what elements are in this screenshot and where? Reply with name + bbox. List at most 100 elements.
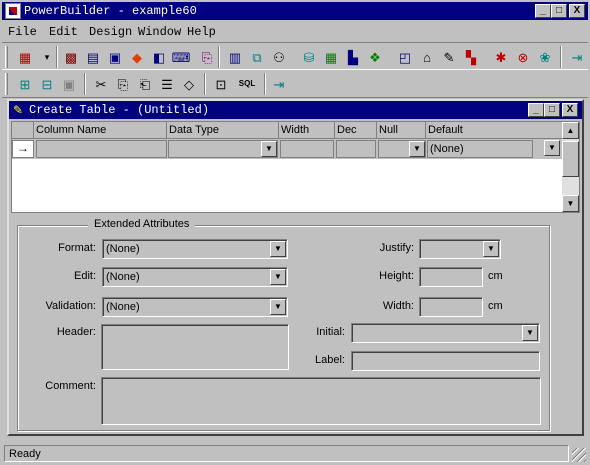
function-icon[interactable]: ⌨ — [170, 46, 192, 68]
format-select[interactable]: (None) ▼ — [102, 239, 288, 259]
new-table-icon[interactable]: ⊞ — [14, 73, 36, 95]
datawindow-icon[interactable]: ▣ — [104, 46, 126, 68]
toolbar-separator — [84, 73, 86, 95]
child-title: Create Table - (Untitled) — [29, 103, 210, 117]
scroll-up-icon[interactable]: ▲ — [562, 122, 579, 139]
app-icon[interactable] — [5, 3, 21, 19]
db-profile-icon[interactable]: ▦ — [320, 46, 342, 68]
header-column-name: Column Name — [34, 122, 167, 138]
structure-icon[interactable]: ◆ — [126, 46, 148, 68]
chart-icon[interactable]: ▙ — [342, 46, 364, 68]
menu-design[interactable]: Design — [89, 25, 132, 39]
palette-icon[interactable]: ▚ — [460, 46, 482, 68]
dec-cell[interactable] — [336, 140, 376, 158]
default-dropdown[interactable]: ▼ — [542, 140, 560, 158]
project-icon[interactable]: ⧉ — [246, 46, 268, 68]
initial-label: Initial: — [316, 326, 345, 338]
header-width: Width — [279, 122, 335, 138]
maximize-button[interactable]: □ — [551, 4, 567, 18]
properties-icon[interactable]: ⊡ — [210, 73, 232, 95]
chevron-down-icon[interactable]: ▼ — [270, 241, 286, 257]
pipeline-icon[interactable]: ▥ — [224, 46, 246, 68]
label-input[interactable] — [351, 351, 540, 371]
edit-icon[interactable]: ✎ — [438, 46, 460, 68]
chevron-down-icon[interactable]: ▼ — [483, 241, 499, 257]
justify-label: Justify: — [379, 242, 414, 254]
width-cell[interactable] — [280, 140, 334, 158]
close-button[interactable]: X — [569, 4, 585, 18]
justify-select[interactable]: ▼ — [419, 239, 501, 259]
menu-painter-icon[interactable]: ▤ — [82, 46, 104, 68]
object-browser-icon[interactable]: ❖ — [364, 46, 386, 68]
validation-select[interactable]: (None) ▼ — [102, 297, 288, 317]
height-label: Height: — [379, 270, 414, 282]
header-textarea[interactable] — [101, 324, 289, 370]
stop-icon[interactable]: ⊗ — [512, 46, 534, 68]
app-titlebar[interactable]: PowerBuilder - example60 _ □ X — [2, 2, 588, 20]
child-close-button[interactable]: X — [562, 103, 578, 117]
table-row[interactable]: → ▼ ▼ (None) ▼ — [12, 139, 564, 159]
dropdown-arrow-icon[interactable]: ▾ — [36, 46, 58, 68]
window-icon[interactable]: ▩ — [60, 46, 82, 68]
scroll-thumb[interactable] — [562, 141, 579, 177]
width-input[interactable] — [419, 297, 483, 317]
run-icon[interactable]: ◰ — [394, 46, 416, 68]
toolbar-separator — [56, 46, 58, 68]
chevron-down-icon[interactable]: ▼ — [409, 141, 425, 157]
toolbar-separator — [204, 73, 206, 95]
chevron-down-icon[interactable]: ▼ — [270, 299, 286, 315]
debug-icon[interactable]: ✱ — [490, 46, 512, 68]
chevron-down-icon[interactable]: ▼ — [261, 141, 277, 157]
create-table-window: ✎ Create Table - (Untitled) _ □ X Column… — [7, 99, 584, 436]
data-type-cell[interactable]: ▼ — [168, 140, 278, 158]
library-icon[interactable]: ⚇ — [268, 46, 290, 68]
height-input[interactable] — [419, 267, 483, 287]
save-icon[interactable]: ▣ — [58, 73, 80, 95]
menu-file[interactable]: File — [8, 25, 37, 39]
chevron-down-icon[interactable]: ▼ — [544, 140, 560, 156]
toolbar-grip[interactable] — [5, 46, 8, 68]
cut-icon[interactable]: ✂ — [90, 73, 112, 95]
format-value: (None) — [106, 243, 140, 255]
paste-icon[interactable]: ⎗ — [134, 73, 156, 95]
menu-edit[interactable]: Edit — [49, 25, 78, 39]
grid-scrollbar[interactable]: ▲ ▼ — [562, 122, 579, 212]
grid-header: Column Name Data Type Width Dec Null Def… — [12, 122, 564, 139]
chevron-down-icon[interactable]: ▼ — [522, 325, 538, 341]
open-table-icon[interactable]: ⊟ — [36, 73, 58, 95]
child-titlebar[interactable]: ✎ Create Table - (Untitled) _ □ X — [9, 101, 582, 119]
menu-window[interactable]: Window — [138, 25, 181, 39]
menu-help[interactable]: Help — [187, 25, 216, 39]
application-icon[interactable]: ▦ — [14, 46, 36, 68]
sql-icon[interactable]: SQL — [236, 73, 258, 95]
resize-grip-icon[interactable] — [572, 448, 586, 462]
toolbar-separator — [264, 73, 266, 95]
scroll-down-icon[interactable]: ▼ — [562, 195, 579, 212]
erase-icon[interactable]: ◇ — [178, 73, 200, 95]
database-icon[interactable]: ⛁ — [298, 46, 320, 68]
edit-select[interactable]: (None) ▼ — [102, 267, 288, 287]
toolbar-grip[interactable] — [5, 73, 8, 95]
query-icon[interactable]: ⎘ — [196, 46, 218, 68]
exit-painter-icon[interactable]: ⇥ — [268, 73, 290, 95]
comment-label: Comment: — [45, 380, 96, 392]
comment-textarea[interactable] — [101, 377, 541, 425]
minimize-button[interactable]: _ — [535, 4, 551, 18]
copy-icon[interactable]: ⎘ — [112, 73, 134, 95]
initial-select[interactable]: ▼ — [351, 323, 540, 343]
row-indicator[interactable]: → — [12, 140, 34, 158]
clear-icon[interactable]: ☰ — [156, 73, 178, 95]
group-title: Extended Attributes — [88, 218, 196, 230]
default-cell[interactable]: (None) — [427, 140, 533, 158]
header-label: Header: — [56, 326, 96, 338]
exit-icon[interactable]: ⇥ — [566, 46, 588, 68]
null-cell[interactable]: ▼ — [378, 140, 426, 158]
child-maximize-button[interactable]: □ — [544, 103, 560, 117]
user-object-icon[interactable]: ◧ — [148, 46, 170, 68]
column-name-cell[interactable] — [36, 140, 167, 158]
chevron-down-icon[interactable]: ▼ — [270, 269, 286, 285]
building-icon[interactable]: ⌂ — [416, 46, 438, 68]
child-minimize-button[interactable]: _ — [528, 103, 544, 117]
column-grid[interactable]: Column Name Data Type Width Dec Null Def… — [11, 121, 580, 213]
tools-icon[interactable]: ❀ — [534, 46, 556, 68]
